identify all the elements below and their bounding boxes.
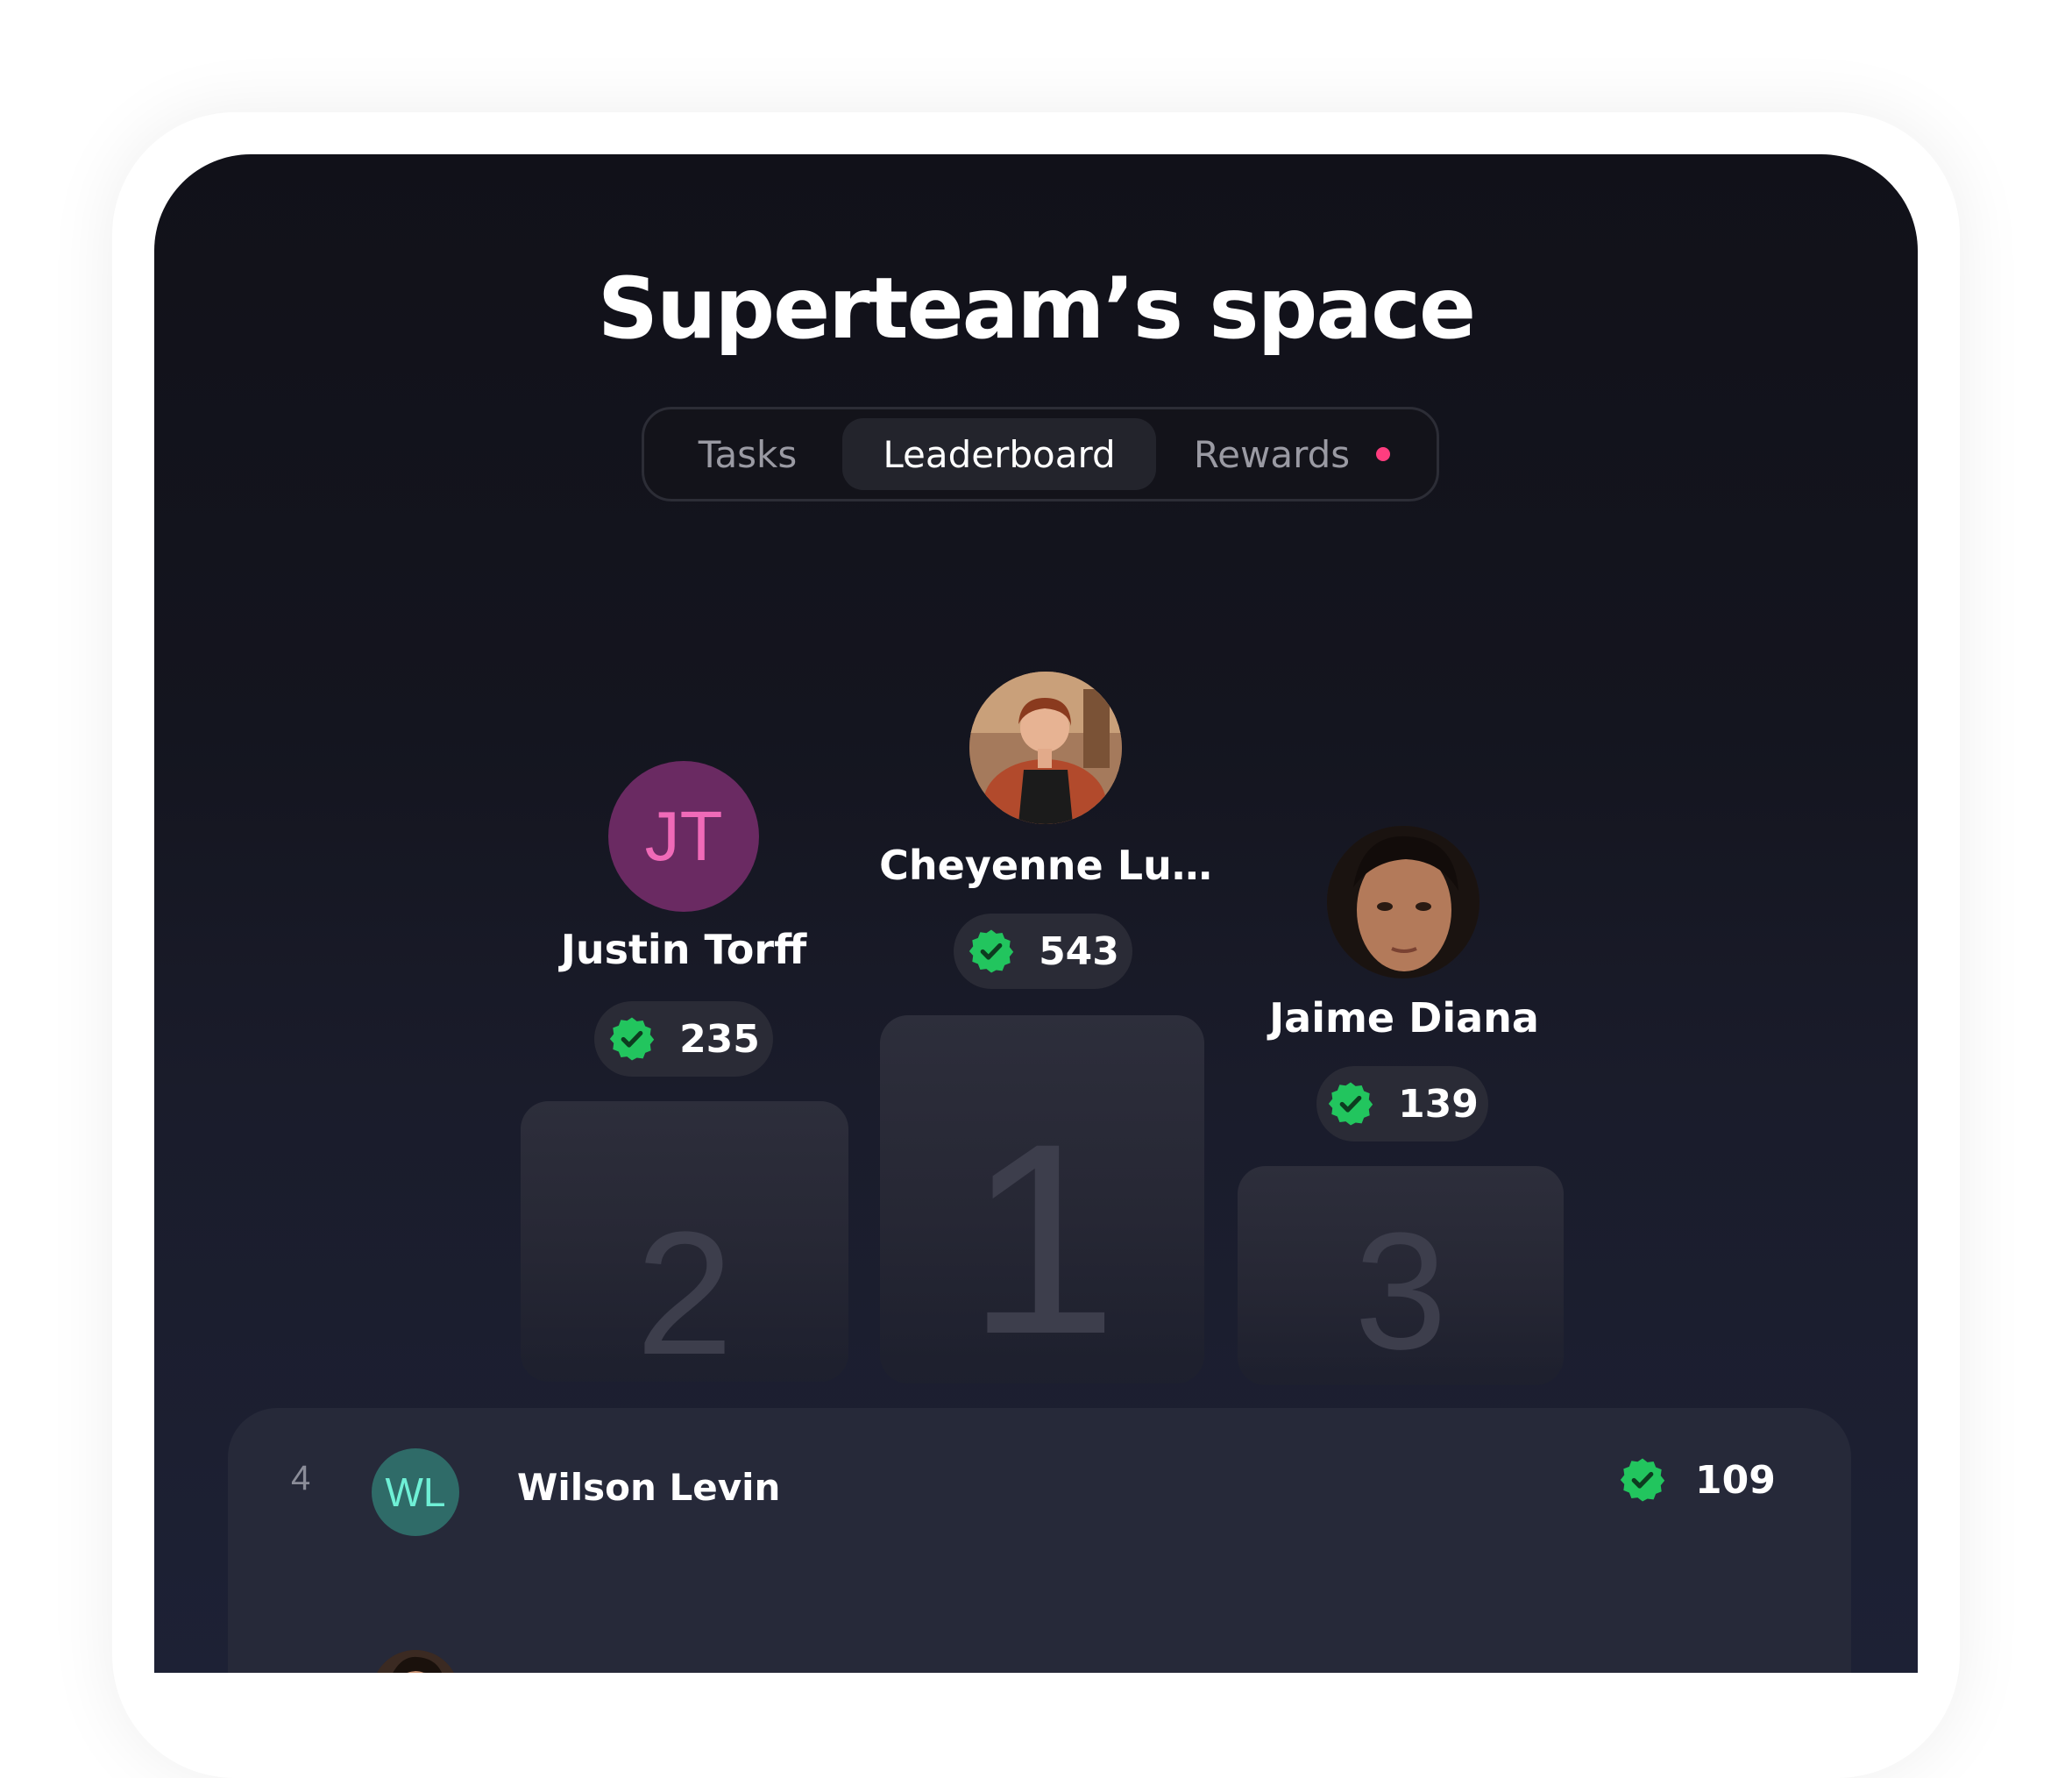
avatar-wilson-levin: WL (372, 1448, 459, 1536)
tab-rewards-label: Rewards (1193, 432, 1351, 476)
avatar-partial (372, 1650, 459, 1673)
points-value: 139 (1398, 1081, 1479, 1127)
points-value: 235 (679, 1016, 760, 1062)
avatar-photo (1327, 826, 1479, 978)
podium-name-third: Jaime Diana (1269, 994, 1539, 1042)
tab-leaderboard[interactable]: Leaderboard (842, 418, 1156, 490)
avatar-photo (372, 1650, 459, 1673)
podium-first: 1 (880, 1015, 1204, 1383)
verified-badge-icon (1328, 1082, 1373, 1126)
tab-tasks[interactable]: Tasks (653, 418, 842, 490)
leaderboard-list: 4 WL Wilson Levin 109 (228, 1408, 1851, 1673)
points-pill-third: 139 (1316, 1066, 1488, 1141)
notification-dot (1376, 447, 1391, 461)
verified-badge-icon (969, 929, 1014, 973)
points-pill-second: 235 (594, 1001, 773, 1077)
avatar-justin-torff[interactable]: JT (608, 761, 759, 912)
verified-badge-icon (1620, 1458, 1665, 1502)
points-pill-first: 543 (954, 914, 1132, 989)
avatar-cheyenne[interactable] (969, 672, 1122, 824)
list-points: 109 (1618, 1455, 1776, 1504)
list-item[interactable]: 4 WL Wilson Levin 109 (228, 1408, 1851, 1562)
avatar-photo (969, 672, 1122, 824)
podium-third: 3 (1238, 1166, 1564, 1385)
app-screen: Superteam’s space Tasks Leaderboard Rewa… (154, 154, 1918, 1673)
podium-rank-2: 2 (635, 1196, 734, 1382)
podium-name-second: Justin Torff (560, 926, 807, 973)
podium-rank-3: 3 (1354, 1198, 1447, 1384)
tab-leaderboard-label: Leaderboard (883, 432, 1116, 476)
avatar-initials: WL (385, 1469, 446, 1515)
tab-bar: Tasks Leaderboard Rewards (642, 407, 1439, 501)
page-title: Superteam’s space (597, 260, 1476, 358)
tab-tasks-label: Tasks (698, 432, 798, 476)
list-name: Wilson Levin (517, 1466, 781, 1509)
podium-second: 2 (521, 1101, 848, 1382)
avatar-initials: JT (644, 797, 723, 875)
verified-badge-icon (609, 1017, 655, 1061)
points-value: 109 (1695, 1457, 1776, 1503)
points-value: 543 (1039, 928, 1119, 974)
podium-name-first: Cheyenne Lu… (879, 842, 1212, 889)
list-rank: 4 (291, 1459, 311, 1497)
avatar-jaime-diana[interactable] (1327, 826, 1479, 978)
tab-rewards[interactable]: Rewards (1156, 418, 1428, 490)
podium-rank-1: 1 (966, 1086, 1118, 1383)
